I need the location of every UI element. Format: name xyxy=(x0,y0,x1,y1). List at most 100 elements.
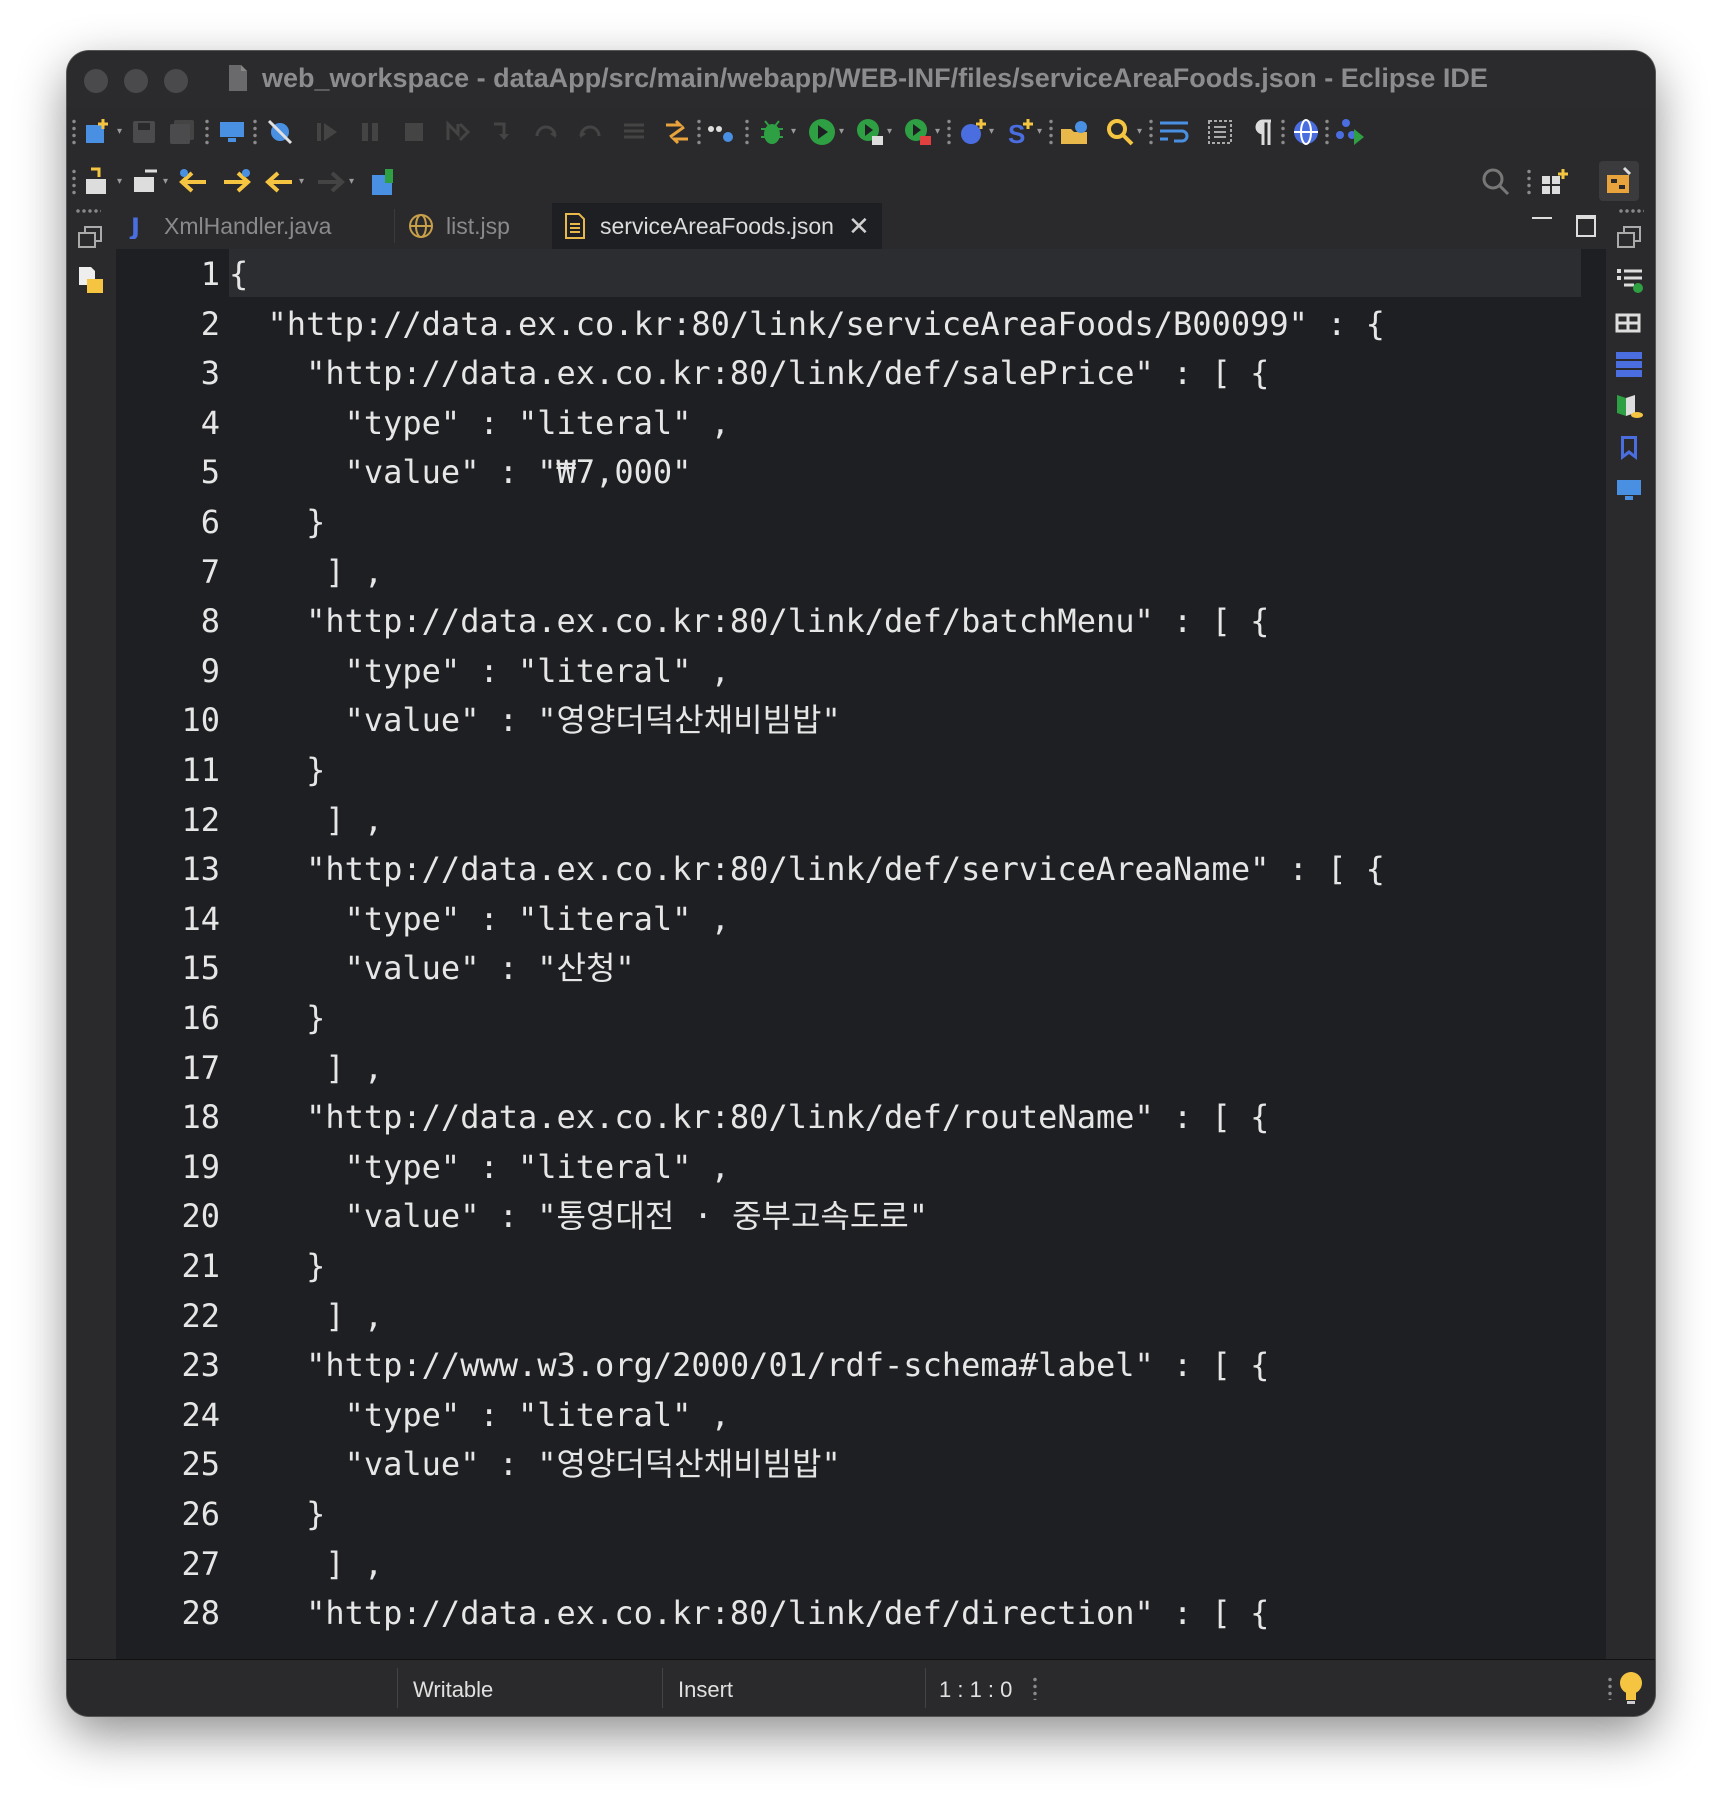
coverage-icon[interactable] xyxy=(901,115,935,149)
chevron-down-icon[interactable]: ▾ xyxy=(117,127,127,137)
tab-serviceareafoods-json[interactable]: serviceAreaFoods.json ✕ xyxy=(552,203,882,249)
code-text[interactable]: "value" : "영양더덕산채비빔밥" xyxy=(229,695,841,745)
skip-breakpoints-icon[interactable] xyxy=(263,115,297,149)
maximize-icon[interactable] xyxy=(1576,215,1596,237)
debug-icon[interactable] xyxy=(755,115,789,149)
resume-icon[interactable] xyxy=(310,115,344,149)
toggle-ant-icon[interactable] xyxy=(660,115,694,149)
chevron-down-icon[interactable]: ▾ xyxy=(839,127,849,137)
code-text[interactable]: "http://www.w3.org/2000/01/rdf-schema#la… xyxy=(229,1340,1269,1390)
search-icon[interactable] xyxy=(1479,165,1513,199)
monitor-icon[interactable] xyxy=(215,115,249,149)
new-icon[interactable] xyxy=(81,115,115,149)
code-text[interactable]: "type" : "literal" , xyxy=(229,1142,730,1192)
back-icon[interactable] xyxy=(263,165,297,199)
block-select-icon[interactable] xyxy=(1203,115,1237,149)
export-icon[interactable] xyxy=(129,165,163,199)
close-icon[interactable]: ✕ xyxy=(848,211,870,242)
next-edit-icon[interactable] xyxy=(219,165,253,199)
save-icon[interactable] xyxy=(127,115,161,149)
code-text[interactable]: { xyxy=(229,249,248,299)
new-class-icon[interactable]: S xyxy=(1003,115,1037,149)
import-icon[interactable] xyxy=(81,165,115,199)
code-text[interactable]: "http://data.ex.co.kr:80/link/serviceAre… xyxy=(229,299,1385,349)
word-wrap-icon[interactable] xyxy=(1157,115,1191,149)
code-text[interactable]: ] , xyxy=(229,1539,383,1589)
code-editor[interactable]: 1{2 "http://data.ex.co.kr:80/link/servic… xyxy=(116,249,1606,1660)
step-over-icon[interactable] xyxy=(529,115,563,149)
open-type-icon[interactable] xyxy=(1057,115,1091,149)
toolbar-grip[interactable] xyxy=(72,118,76,146)
project-explorer-icon[interactable] xyxy=(75,265,109,299)
toolbar-grip[interactable] xyxy=(947,118,951,146)
new-server-icon[interactable] xyxy=(955,115,989,149)
code-text[interactable]: "http://data.ex.co.kr:80/link/def/routeN… xyxy=(229,1092,1269,1142)
code-text[interactable]: ] , xyxy=(229,795,383,845)
chevron-down-icon[interactable]: ▾ xyxy=(1037,127,1047,137)
code-text[interactable]: "type" : "literal" , xyxy=(229,398,730,448)
code-text[interactable]: ] , xyxy=(229,1291,383,1341)
disconnect-icon[interactable] xyxy=(441,115,475,149)
code-text[interactable]: ] , xyxy=(229,547,383,597)
chevron-down-icon[interactable]: ▾ xyxy=(935,127,945,137)
terminate-icon[interactable] xyxy=(397,115,431,149)
prev-annotation-icon[interactable] xyxy=(177,165,211,199)
drop-to-frame-icon[interactable] xyxy=(617,115,651,149)
status-grip[interactable] xyxy=(1033,1676,1037,1700)
step-return-icon[interactable] xyxy=(573,115,607,149)
code-text[interactable]: } xyxy=(229,497,325,547)
trim-grip[interactable] xyxy=(1618,209,1644,213)
lightbulb-icon[interactable] xyxy=(1618,1670,1644,1712)
toolbar-grip[interactable] xyxy=(1325,118,1329,146)
deploy-icon[interactable] xyxy=(1333,115,1367,149)
code-text[interactable]: "value" : "영양더덕산채비빔밥" xyxy=(229,1439,841,1489)
run-icon[interactable] xyxy=(805,115,839,149)
code-text[interactable]: } xyxy=(229,745,325,795)
toolbar-grip[interactable] xyxy=(253,118,257,146)
toolbar-grip[interactable] xyxy=(72,168,76,196)
toolbar-grip[interactable] xyxy=(1281,118,1285,146)
code-text[interactable]: "http://data.ex.co.kr:80/link/def/direct… xyxy=(229,1588,1269,1638)
tab-xmlhandler-java[interactable]: J XmlHandler.java xyxy=(116,203,394,249)
chevron-down-icon[interactable]: ▾ xyxy=(299,177,309,187)
minimize-window-button[interactable] xyxy=(124,69,148,93)
status-grip[interactable] xyxy=(1608,1676,1612,1700)
code-text[interactable]: "http://data.ex.co.kr:80/link/def/batchM… xyxy=(229,596,1269,646)
toolbar-grip[interactable] xyxy=(1049,118,1053,146)
toolbar-grip[interactable] xyxy=(205,118,209,146)
code-text[interactable]: "type" : "literal" , xyxy=(229,1390,730,1440)
code-text[interactable]: "value" : "통영대전 · 중부고속도로" xyxy=(229,1191,928,1241)
toolbar-grip[interactable] xyxy=(1527,168,1531,196)
toolbar-grip[interactable] xyxy=(697,118,701,146)
web-browser-icon[interactable] xyxy=(1289,115,1323,149)
code-text[interactable]: ] , xyxy=(229,1043,383,1093)
restore-icon[interactable] xyxy=(1614,223,1648,257)
minimize-icon[interactable] xyxy=(1532,217,1552,219)
servers-icon[interactable] xyxy=(1614,349,1648,383)
show-whitespace-icon[interactable] xyxy=(1247,115,1281,149)
chevron-down-icon[interactable]: ▾ xyxy=(117,177,127,187)
restore-icon[interactable] xyxy=(75,223,109,257)
close-window-button[interactable] xyxy=(84,69,108,93)
chevron-down-icon[interactable]: ▾ xyxy=(989,127,999,137)
code-text[interactable]: } xyxy=(229,993,325,1043)
pipeline-icon[interactable] xyxy=(705,115,739,149)
tab-list-jsp[interactable]: list.jsp xyxy=(398,203,548,249)
code-text[interactable]: "http://data.ex.co.kr:80/link/def/salePr… xyxy=(229,348,1269,398)
code-text[interactable]: "value" : "산청" xyxy=(229,943,635,993)
open-perspective-icon[interactable] xyxy=(1537,165,1571,199)
code-text[interactable]: } xyxy=(229,1489,325,1539)
java-ee-perspective-icon[interactable] xyxy=(1599,161,1639,201)
toolbar-grip[interactable] xyxy=(1149,118,1153,146)
bookmark-icon[interactable] xyxy=(1614,433,1648,467)
zoom-window-button[interactable] xyxy=(164,69,188,93)
trim-grip[interactable] xyxy=(75,209,101,213)
task-list-icon[interactable] xyxy=(1614,265,1648,299)
save-all-icon[interactable] xyxy=(165,115,199,149)
code-text[interactable]: "http://data.ex.co.kr:80/link/def/servic… xyxy=(229,844,1385,894)
chevron-down-icon[interactable]: ▾ xyxy=(163,177,173,187)
chevron-down-icon[interactable]: ▾ xyxy=(791,127,801,137)
code-text[interactable]: } xyxy=(229,1241,325,1291)
search-icon[interactable] xyxy=(1103,115,1137,149)
suspend-icon[interactable] xyxy=(353,115,387,149)
